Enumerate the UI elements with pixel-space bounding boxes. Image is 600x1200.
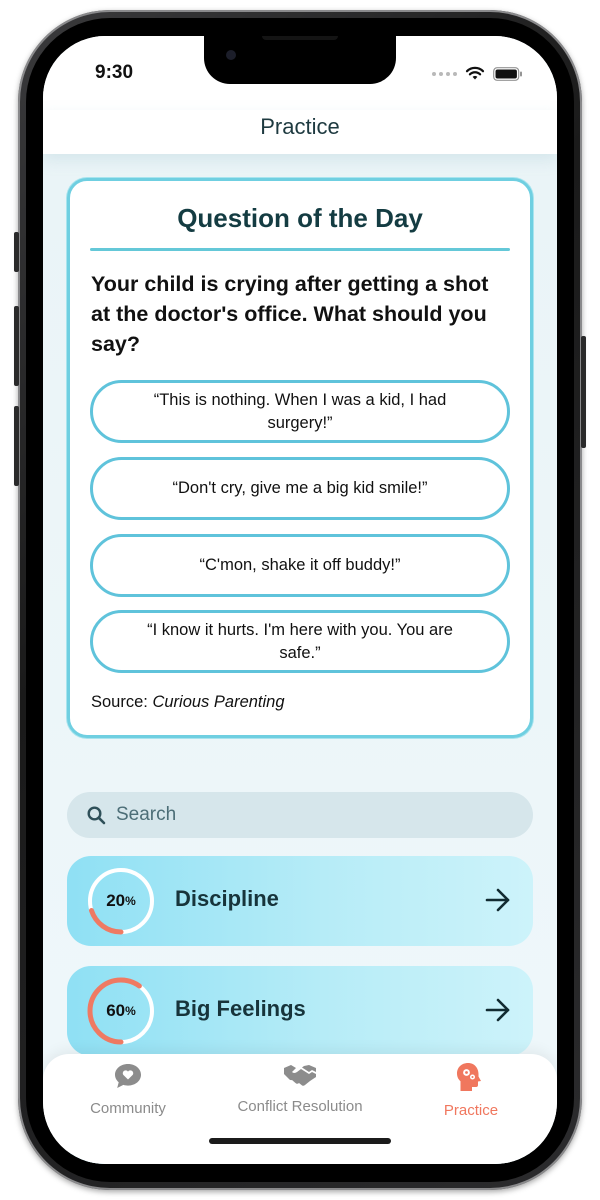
page-header: Practice <box>43 110 557 154</box>
notch <box>204 36 396 84</box>
search-icon <box>87 805 106 824</box>
practice-content[interactable]: Question of the Day Your child is crying… <box>43 154 557 1164</box>
source-name: Curious Parenting <box>152 693 285 711</box>
status-time: 9:30 <box>95 62 134 83</box>
tab-label: Conflict Resolution <box>237 1098 363 1115</box>
handshake-icon <box>284 1065 316 1086</box>
question-text: Your child is crying after getting a sho… <box>91 272 489 356</box>
tab-label: Community <box>90 1100 166 1117</box>
speaker-grill <box>262 36 338 40</box>
tab-practice[interactable]: Practice <box>386 1062 556 1122</box>
answer-option-4[interactable]: “I know it hurts. I'm here with you. You… <box>90 610 510 673</box>
side-button-silent <box>14 232 19 272</box>
progress-unit: % <box>125 1004 136 1018</box>
category-card-discipline[interactable]: 20% Discipline <box>67 856 533 946</box>
progress-unit: % <box>125 894 136 908</box>
progress-percent: 60% <box>87 977 155 1045</box>
search-input[interactable]: Search <box>67 792 533 838</box>
side-button-volume-down <box>14 406 19 486</box>
category-label: Big Feelings <box>175 996 306 1021</box>
progress-percent: 20% <box>87 867 155 935</box>
wifi-icon <box>465 66 485 80</box>
tab-label: Practice <box>443 1102 499 1119</box>
battery-icon <box>493 66 522 81</box>
chat-heart-icon <box>115 1064 141 1088</box>
category-card-big-feelings[interactable]: 60% Big Feelings <box>67 966 533 1056</box>
app-screen: 9:30 Practice Question of the Day Your c… <box>43 36 557 1164</box>
signal-dots-icon <box>432 71 457 76</box>
answer-option-3[interactable]: “C'mon, shake it off buddy!” <box>90 534 510 597</box>
page-title: Practice <box>260 114 340 139</box>
tab-community[interactable]: Community <box>43 1062 213 1122</box>
bottom-tab-bar: Community Conflict Resolution Practice <box>43 1054 557 1164</box>
question-of-the-day-card: Question of the Day Your child is crying… <box>67 178 533 738</box>
title-divider <box>90 248 510 251</box>
head-gears-icon <box>457 1063 481 1091</box>
answer-option-1[interactable]: “This is nothing. When I was a kid, I ha… <box>90 380 510 443</box>
source-attribution: Source: Curious Parenting <box>91 693 285 711</box>
tab-conflict-resolution[interactable]: Conflict Resolution <box>215 1062 385 1122</box>
search-placeholder: Search <box>116 804 177 825</box>
arrow-right-icon <box>485 998 510 1022</box>
arrow-right-icon <box>485 888 510 912</box>
front-camera <box>226 50 236 60</box>
status-icons <box>432 66 523 81</box>
category-label: Discipline <box>175 886 279 911</box>
progress-number: 60 <box>106 1001 126 1020</box>
question-of-the-day-title: Question of the Day <box>177 203 423 233</box>
home-indicator[interactable] <box>209 1138 391 1144</box>
side-button-volume-up <box>14 306 19 386</box>
side-button-power <box>581 336 586 448</box>
progress-number: 20 <box>106 891 126 910</box>
source-label: Source <box>91 693 144 711</box>
answer-option-2[interactable]: “Don't cry, give me a big kid smile!” <box>90 457 510 520</box>
